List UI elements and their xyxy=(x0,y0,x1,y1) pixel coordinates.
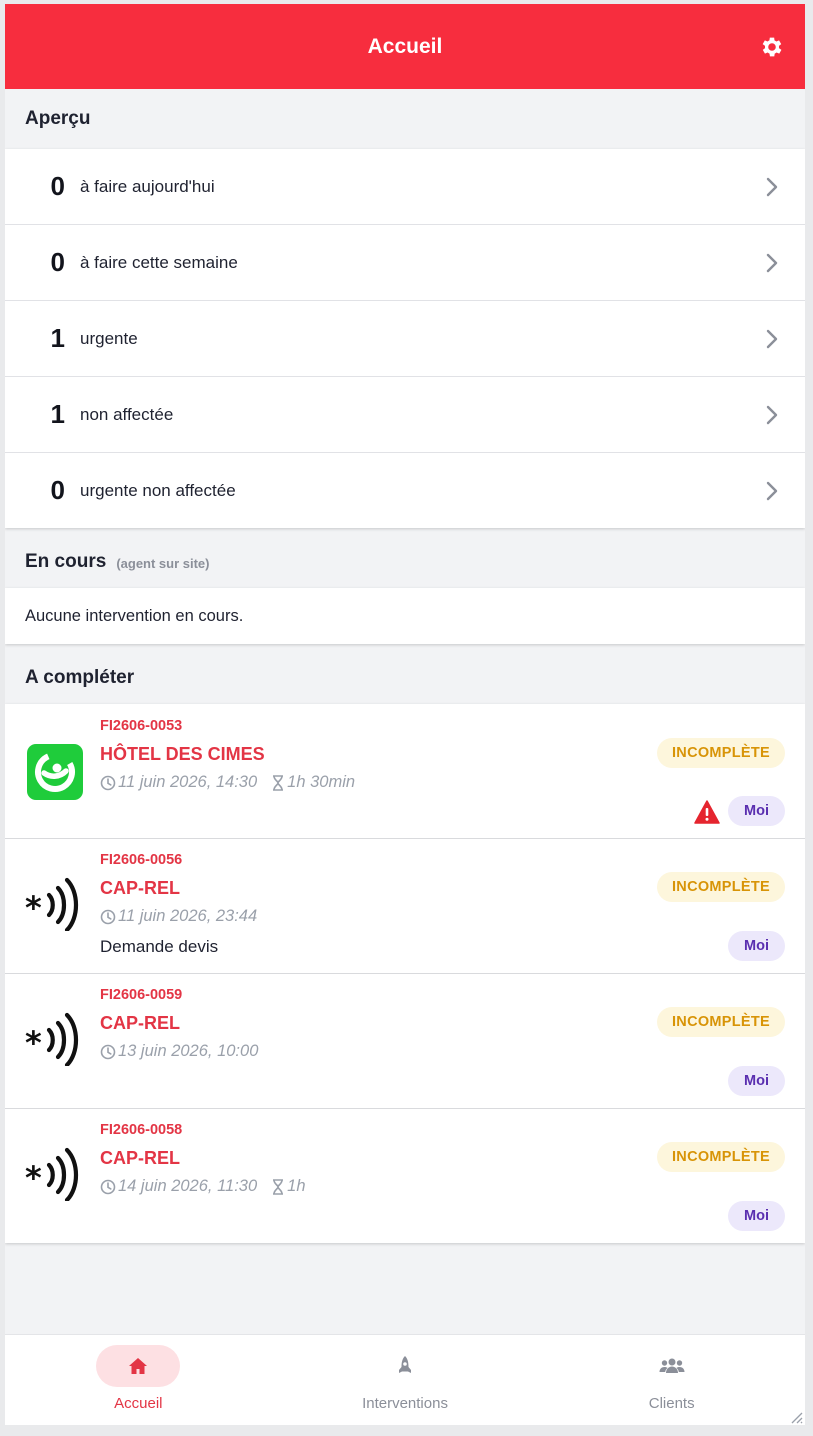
home-icon xyxy=(129,1358,148,1374)
intervention-date: 11 juin 2026, 23:44 xyxy=(118,907,258,925)
svg-text:*: * xyxy=(25,889,42,927)
to-complete-list: FI2606-0053 HÔTEL DES CIMES 11 juin 2026… xyxy=(5,704,805,1243)
intervention-duration: 1h xyxy=(287,1177,306,1195)
status-badge: INCOMPLÈTE xyxy=(657,1007,785,1037)
cap-rel-logo-icon: * xyxy=(25,1147,79,1201)
clock-icon xyxy=(100,909,116,924)
intervention-client: CAP-REL xyxy=(100,1013,180,1033)
nav-label: Clients xyxy=(648,1395,695,1412)
ongoing-subtitle: (agent sur site) xyxy=(116,556,210,571)
status-badge: INCOMPLÈTE xyxy=(657,738,785,768)
clock-icon xyxy=(100,1044,116,1059)
rocket-icon xyxy=(399,1356,411,1373)
overview-row-urgent-unassigned[interactable]: 0 urgente non affectée xyxy=(5,453,805,528)
overview-row-unassigned[interactable]: 1 non affectée xyxy=(5,377,805,453)
intervention-meta: 11 juin 2026, 23:44 xyxy=(100,907,257,926)
app-window: Accueil Aperçu 0 à faire aujourd'hui 0 à… xyxy=(5,4,805,1425)
overview-heading: Aperçu xyxy=(5,89,805,149)
intervention-meta: 11 juin 2026, 14:30 1h 30min xyxy=(100,773,355,792)
green-app-logo-icon xyxy=(27,744,83,800)
overview-label: urgente xyxy=(80,328,138,348)
overview-label: non affectée xyxy=(80,404,174,424)
intervention-client: CAP-REL xyxy=(100,1148,180,1168)
status-badge: INCOMPLÈTE xyxy=(657,1142,785,1172)
overview-count: 1 xyxy=(50,323,65,353)
cap-rel-logo-icon: * xyxy=(25,1012,79,1066)
assignee-badge: Moi xyxy=(728,796,785,826)
overview-count: 1 xyxy=(50,399,65,429)
ongoing-title: En cours xyxy=(25,551,107,572)
assignee-badge: Moi xyxy=(728,1201,785,1231)
intervention-ref: FI2606-0053 xyxy=(100,718,183,734)
chevron-right-icon xyxy=(766,481,778,501)
to-complete-heading: A compléter xyxy=(5,652,805,704)
top-bar: Accueil xyxy=(5,4,805,89)
intervention-ref: FI2606-0056 xyxy=(100,852,183,868)
to-complete-title: A compléter xyxy=(25,667,135,688)
clock-icon xyxy=(100,775,116,790)
overview-count: 0 xyxy=(50,475,65,505)
intervention-row[interactable]: * FI2606-0056 CAP-REL 11 juin 2026, 23:4… xyxy=(5,839,805,974)
overview-label: à faire aujourd'hui xyxy=(80,176,215,196)
intervention-date: 11 juin 2026, 14:30 xyxy=(118,773,258,791)
chevron-right-icon xyxy=(766,329,778,349)
cap-rel-logo-icon: * xyxy=(25,877,79,931)
ongoing-heading: En cours (agent sur site) xyxy=(5,536,805,588)
bottom-nav: Accueil Interventions Clients xyxy=(5,1334,805,1425)
intervention-row[interactable]: * FI2606-0059 CAP-REL 13 juin 2026, 10:0… xyxy=(5,974,805,1109)
users-icon xyxy=(659,1358,685,1373)
intervention-meta: 14 juin 2026, 11:30 1h xyxy=(100,1177,306,1196)
gear-icon[interactable] xyxy=(759,34,785,60)
nav-label: Accueil xyxy=(114,1395,163,1412)
overview-title: Aperçu xyxy=(25,108,91,129)
warning-icon xyxy=(694,800,720,824)
assignee-badge: Moi xyxy=(728,931,785,961)
overview-list: 0 à faire aujourd'hui 0 à faire cette se… xyxy=(5,149,805,528)
intervention-ref: FI2606-0059 xyxy=(100,987,183,1003)
chevron-right-icon xyxy=(766,405,778,425)
overview-label: à faire cette semaine xyxy=(80,252,238,272)
intervention-row[interactable]: FI2606-0053 HÔTEL DES CIMES 11 juin 2026… xyxy=(5,704,805,839)
nav-item-clients[interactable]: Clients xyxy=(538,1335,805,1425)
resize-handle-icon[interactable] xyxy=(789,1410,803,1424)
overview-label: urgente non affectée xyxy=(80,480,236,500)
page-title: Accueil xyxy=(367,34,443,58)
chevron-right-icon xyxy=(766,253,778,273)
nav-item-interventions[interactable]: Interventions xyxy=(272,1335,539,1425)
hourglass-icon xyxy=(273,774,284,791)
ongoing-empty-text: Aucune intervention en cours. xyxy=(25,606,244,625)
intervention-ref: FI2606-0058 xyxy=(100,1122,183,1138)
intervention-client: HÔTEL DES CIMES xyxy=(100,744,265,764)
overview-row-today[interactable]: 0 à faire aujourd'hui xyxy=(5,149,805,225)
overview-count: 0 xyxy=(50,247,65,277)
chevron-right-icon xyxy=(766,177,778,197)
intervention-date: 13 juin 2026, 10:00 xyxy=(118,1042,259,1060)
intervention-duration: 1h 30min xyxy=(287,773,356,791)
overview-row-week[interactable]: 0 à faire cette semaine xyxy=(5,225,805,301)
clock-icon xyxy=(100,1179,116,1194)
svg-text:*: * xyxy=(25,1024,42,1062)
nav-label: Interventions xyxy=(362,1395,448,1412)
intervention-client: CAP-REL xyxy=(100,878,180,898)
overview-count: 0 xyxy=(50,171,65,201)
status-badge: INCOMPLÈTE xyxy=(657,872,785,902)
nav-item-accueil[interactable]: Accueil xyxy=(5,1335,272,1425)
overview-row-urgent[interactable]: 1 urgente xyxy=(5,301,805,377)
svg-text:*: * xyxy=(25,1159,42,1197)
ongoing-list: Aucune intervention en cours. xyxy=(5,588,805,644)
intervention-row[interactable]: * FI2606-0058 CAP-REL 14 juin 2026, 11:3… xyxy=(5,1109,805,1243)
assignee-badge: Moi xyxy=(728,1066,785,1096)
intervention-meta: 13 juin 2026, 10:00 xyxy=(100,1042,258,1061)
intervention-date: 14 juin 2026, 11:30 xyxy=(118,1177,258,1195)
intervention-note: Demande devis xyxy=(100,937,219,956)
hourglass-icon xyxy=(273,1178,284,1195)
